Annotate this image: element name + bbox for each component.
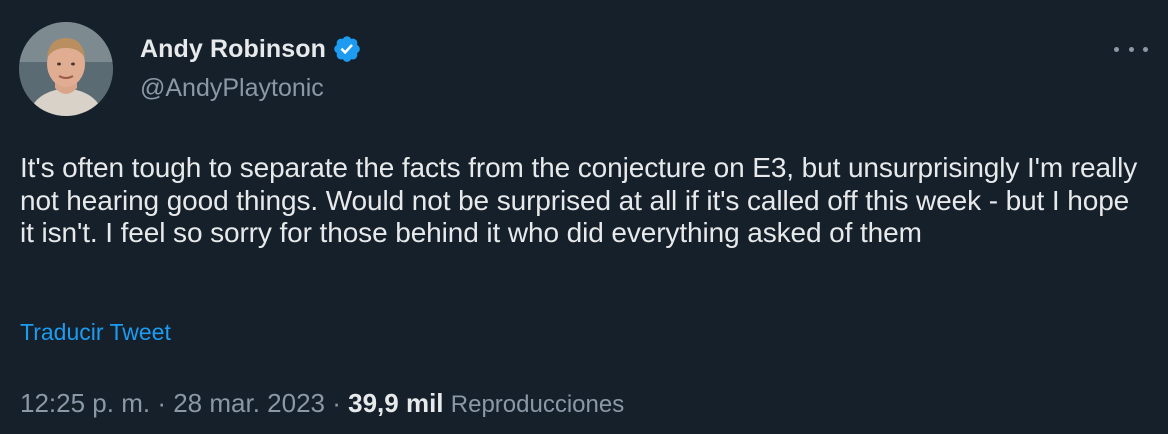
views-count[interactable]: 39,9 mil <box>348 388 443 418</box>
author-display-name[interactable]: Andy Robinson <box>140 35 326 64</box>
tweet-time[interactable]: 12:25 p. m. <box>20 388 150 418</box>
avatar-image <box>19 22 113 116</box>
avatar[interactable] <box>19 22 113 116</box>
author-name-row: Andy Robinson <box>140 32 362 66</box>
more-dot <box>1114 46 1119 52</box>
views-label: Reproducciones <box>450 391 625 418</box>
more-horizontal-icon[interactable] <box>1114 42 1148 56</box>
tweet-text: It's often tough to separate the facts f… <box>20 152 1138 248</box>
more-dot <box>1143 46 1148 52</box>
tweet-date[interactable]: 28 mar. 2023 <box>173 388 325 418</box>
translate-tweet-link[interactable]: Traducir Tweet <box>20 319 171 346</box>
author-handle[interactable]: @AndyPlaytonic <box>140 74 324 103</box>
more-dot <box>1128 46 1134 52</box>
meta-separator: · <box>157 388 166 418</box>
tweet-card: Andy Robinson @AndyPlaytonic It's often … <box>0 0 1168 434</box>
verified-badge-icon[interactable] <box>332 34 362 64</box>
tweet-metadata: 12:25 p. m. · 28 mar. 2023 · 39,9 mil Re… <box>20 388 624 419</box>
meta-separator: · <box>332 388 341 418</box>
